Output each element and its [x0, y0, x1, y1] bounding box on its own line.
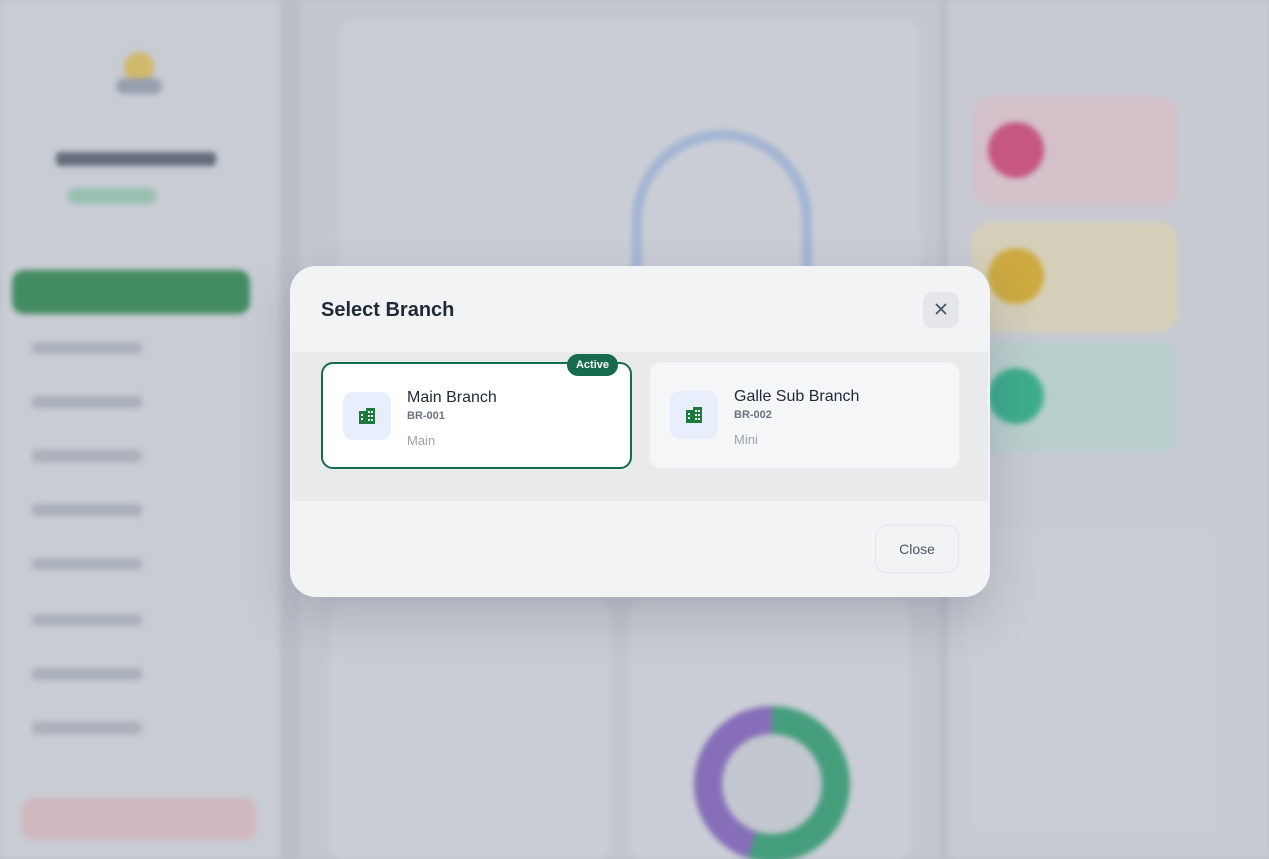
close-button[interactable]: Close	[875, 525, 959, 573]
close-icon-button[interactable]	[923, 292, 959, 328]
select-branch-modal: Select Branch Active Main Branch BR-001 …	[290, 266, 990, 597]
branch-type: Main	[407, 433, 436, 448]
branch-list: Active Main Branch BR-001 Main Galle Sub…	[292, 352, 988, 501]
active-badge: Active	[566, 354, 618, 376]
branch-card-main[interactable]: Active Main Branch BR-001 Main	[321, 354, 632, 469]
building-icon	[343, 392, 391, 440]
modal-header: Select Branch	[290, 266, 990, 352]
modal-title: Select Branch	[321, 299, 455, 321]
branch-code: BR-001	[407, 410, 445, 422]
branch-name: Main Branch	[407, 389, 497, 406]
branch-type: Mini	[734, 432, 758, 447]
branch-code: BR-002	[734, 409, 772, 421]
branch-name: Galle Sub Branch	[734, 388, 860, 405]
building-icon	[670, 391, 718, 439]
close-icon	[935, 303, 947, 318]
branch-card-galle[interactable]: Galle Sub Branch BR-002 Mini	[649, 362, 960, 469]
